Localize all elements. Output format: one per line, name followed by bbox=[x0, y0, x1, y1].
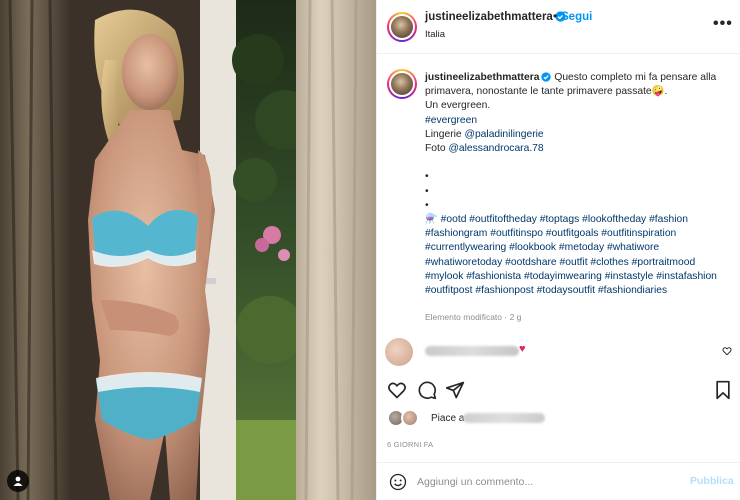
header-separator-dot: • bbox=[553, 11, 558, 23]
post-location[interactable]: Italia bbox=[425, 29, 445, 40]
hashtag-evergreen[interactable]: #evergreen bbox=[425, 114, 733, 128]
save-bookmark-icon[interactable] bbox=[714, 380, 732, 400]
user-tag-icon bbox=[13, 476, 23, 486]
caption-bullet: • bbox=[425, 185, 429, 197]
likes-summary[interactable]: Piace a bbox=[377, 407, 740, 429]
caption-edited-meta: Elemento modificato · 2 g bbox=[425, 312, 522, 322]
post-photo[interactable] bbox=[0, 0, 376, 500]
share-paper-plane-icon[interactable] bbox=[445, 380, 465, 400]
comment-like-heart-icon[interactable] bbox=[722, 346, 732, 356]
caption-avatar[interactable] bbox=[387, 69, 417, 99]
verified-badge-icon bbox=[541, 72, 552, 82]
user-tag-button[interactable] bbox=[7, 470, 29, 492]
like-heart-icon[interactable] bbox=[387, 380, 407, 400]
comment-heart-emoji: ♥ bbox=[519, 343, 526, 355]
emoji-smiley-icon[interactable] bbox=[389, 473, 407, 491]
caption-bullet: • bbox=[425, 171, 429, 183]
post-actions-bar bbox=[377, 380, 740, 404]
mention-alessandrocara[interactable]: @alessandrocara.78 bbox=[448, 143, 543, 154]
comment-input[interactable] bbox=[417, 472, 682, 492]
caption-username[interactable]: justineelizabethmattera bbox=[425, 72, 539, 83]
caption-lingerie-label: Lingerie bbox=[425, 128, 465, 140]
caption-photo-label: Foto bbox=[425, 143, 449, 155]
author-avatar[interactable] bbox=[387, 12, 417, 42]
comment-row: ♥ bbox=[377, 336, 740, 370]
hashtag-list[interactable]: ⚗️ #ootd #outfitoftheday #toptags #looko… bbox=[425, 213, 733, 298]
liker-avatar bbox=[401, 409, 419, 427]
follow-button[interactable]: Segui bbox=[561, 11, 592, 23]
caption-area: justineelizabethmattera Questo completo … bbox=[377, 54, 740, 380]
post-timestamp[interactable]: 6 GIORNI FA bbox=[387, 440, 433, 449]
caption-line-2: Un evergreen. bbox=[425, 100, 491, 112]
post-details-pane: justineelizabethmattera • Segui Italia •… bbox=[376, 0, 740, 500]
caption-bullet: • bbox=[425, 199, 429, 211]
mention-paladinilingerie[interactable]: @paladinilingerie bbox=[465, 129, 544, 140]
more-options-button[interactable]: ••• bbox=[713, 15, 733, 33]
publish-button[interactable]: Pubblica bbox=[690, 475, 734, 487]
author-username-text[interactable]: justineelizabethmattera bbox=[425, 11, 553, 23]
post-header: justineelizabethmattera • Segui Italia •… bbox=[377, 0, 740, 54]
author-username[interactable]: justineelizabethmattera bbox=[425, 11, 566, 23]
blurred-commenter-name bbox=[425, 346, 519, 356]
caption-text: justineelizabethmattera Questo completo … bbox=[425, 71, 733, 298]
comment-icon[interactable] bbox=[417, 380, 437, 400]
commenter-avatar[interactable] bbox=[385, 338, 413, 366]
photo-illustration bbox=[0, 0, 376, 500]
comment-composer: Pubblica bbox=[377, 462, 740, 500]
blurred-liker-name bbox=[463, 413, 545, 423]
likes-prefix: Piace a bbox=[431, 413, 465, 424]
